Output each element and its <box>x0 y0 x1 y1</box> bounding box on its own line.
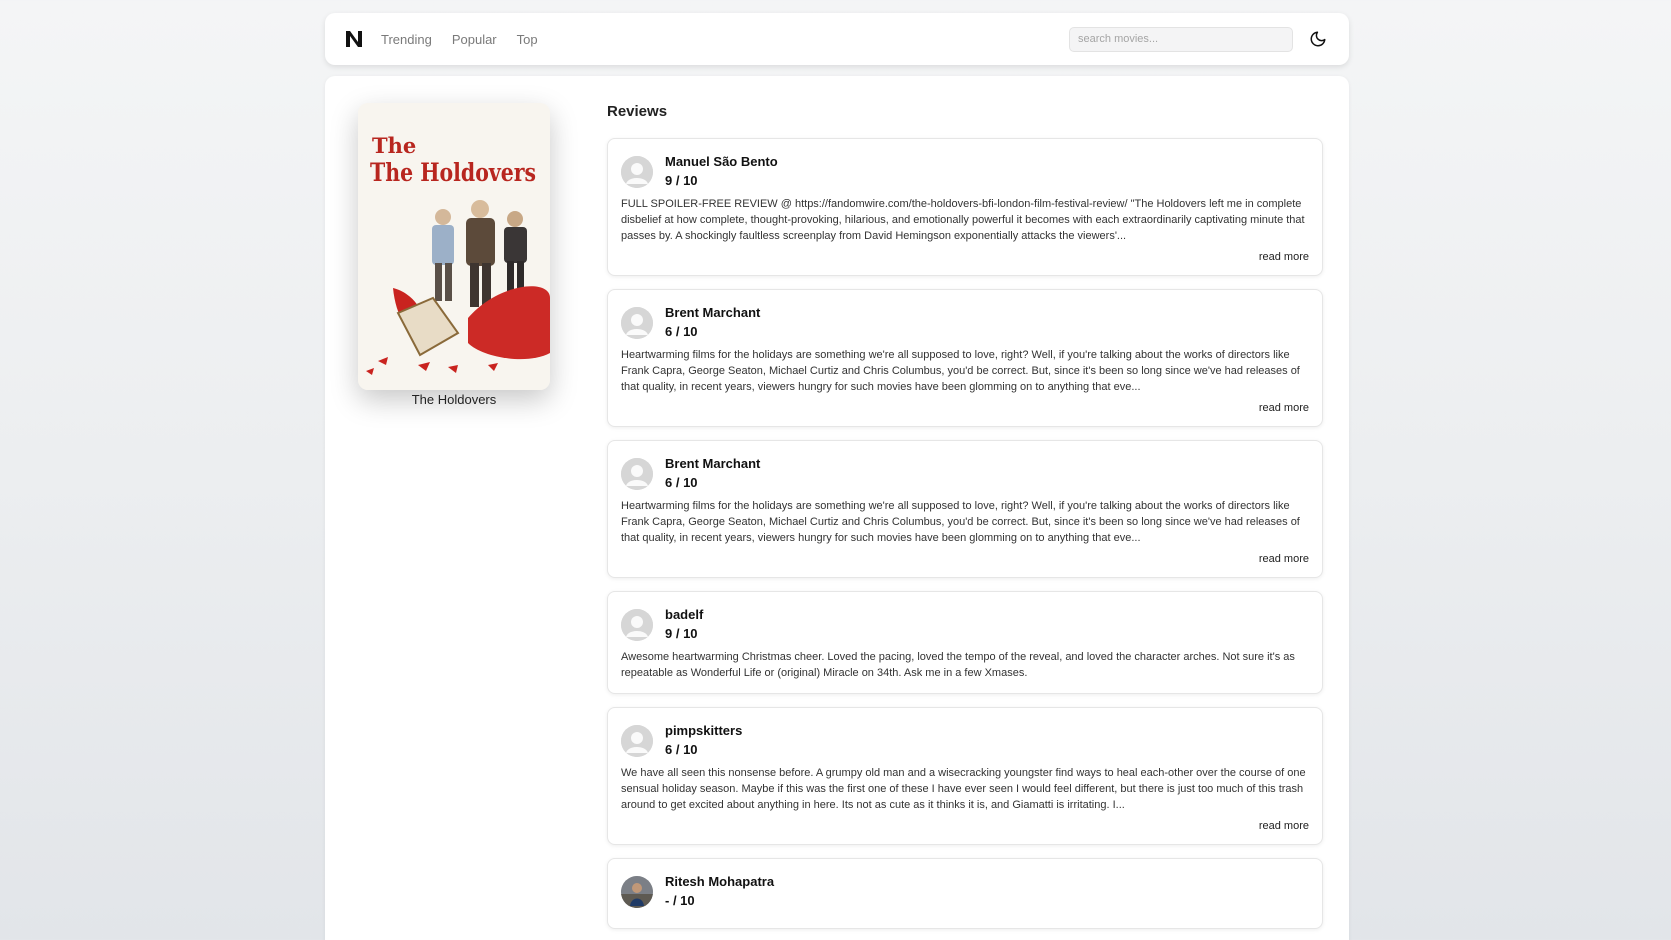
default-avatar-icon <box>621 724 653 757</box>
review-card: pimpskitters 6 / 10 We have all seen thi… <box>607 707 1323 845</box>
read-more-link[interactable]: read more <box>621 402 1309 414</box>
movie-title-caption: The Holdovers <box>411 392 497 407</box>
theme-toggle-button[interactable] <box>1307 28 1329 50</box>
movie-detail-card: The The Holdovers The Holdovers Reviews … <box>325 76 1349 940</box>
svg-text:The: The <box>372 133 416 158</box>
default-avatar-icon <box>621 306 653 339</box>
review-header: Ritesh Mohapatra - / 10 <box>621 873 1309 910</box>
author-block: Ritesh Mohapatra - / 10 <box>665 873 774 910</box>
review-author: badelf <box>665 607 704 622</box>
moon-icon <box>1310 31 1326 47</box>
review-card: Brent Marchant 6 / 10 Heartwarming films… <box>607 440 1323 578</box>
author-block: pimpskitters 6 / 10 <box>665 722 742 759</box>
review-text: Heartwarming films for the holidays are … <box>621 349 1300 393</box>
default-avatar-icon <box>621 155 653 188</box>
review-header: Brent Marchant 6 / 10 <box>621 304 1309 341</box>
review-text: Awesome heartwarming Christmas cheer. Lo… <box>621 651 1295 679</box>
review-header: Manuel São Bento 9 / 10 <box>621 153 1309 190</box>
review-rating: 6 / 10 <box>665 324 698 339</box>
review-rating: - / 10 <box>665 893 695 908</box>
review-author: Brent Marchant <box>665 456 761 471</box>
review-card: Brent Marchant 6 / 10 Heartwarming films… <box>607 289 1323 427</box>
review-card: Manuel São Bento 9 / 10 FULL SPOILER-FRE… <box>607 138 1323 276</box>
default-avatar-icon <box>621 608 653 641</box>
reviews-heading: Reviews <box>607 103 668 120</box>
review-author: Ritesh Mohapatra <box>665 874 775 889</box>
review-author: pimpskitters <box>665 723 743 738</box>
review-author: Brent Marchant <box>665 305 761 320</box>
review-card: badelf 9 / 10 Awesome heartwarming Chris… <box>607 591 1323 694</box>
review-card: Ritesh Mohapatra - / 10 <box>607 858 1323 929</box>
review-rating: 9 / 10 <box>665 626 698 641</box>
movie-poster[interactable]: The The Holdovers <box>358 103 550 390</box>
review-header: badelf 9 / 10 <box>621 606 1309 643</box>
author-block: Brent Marchant 6 / 10 <box>665 304 760 341</box>
top-navbar: Trending Popular Top <box>325 13 1349 65</box>
review-text: Heartwarming films for the holidays are … <box>621 500 1300 544</box>
reviews-list: Manuel São Bento 9 / 10 FULL SPOILER-FRE… <box>607 138 1323 940</box>
read-more-link[interactable]: read more <box>621 251 1309 263</box>
nav-link-top[interactable]: Top <box>517 32 538 47</box>
poster-artwork-icon: The The Holdovers <box>358 103 550 390</box>
review-text: FULL SPOILER-FREE REVIEW @ https://fando… <box>621 198 1305 242</box>
default-avatar-icon <box>621 457 653 490</box>
review-header: pimpskitters 6 / 10 <box>621 722 1309 759</box>
read-more-link[interactable]: read more <box>621 820 1309 832</box>
review-rating: 6 / 10 <box>665 742 698 757</box>
review-author: Manuel São Bento <box>665 154 778 169</box>
review-text: We have all seen this nonsense before. A… <box>621 767 1306 811</box>
review-rating: 9 / 10 <box>665 173 698 188</box>
review-rating: 6 / 10 <box>665 475 698 490</box>
read-more-link[interactable]: read more <box>621 553 1309 565</box>
review-header: Brent Marchant 6 / 10 <box>621 455 1309 492</box>
poster-title: The Holdovers <box>370 158 536 187</box>
brand-logo-icon[interactable] <box>345 30 363 48</box>
search-input[interactable] <box>1069 26 1293 52</box>
author-block: Manuel São Bento 9 / 10 <box>665 153 778 190</box>
author-block: Brent Marchant 6 / 10 <box>665 455 760 492</box>
photo-avatar-icon <box>621 875 653 908</box>
nav-link-trending[interactable]: Trending <box>381 32 432 47</box>
nav-link-popular[interactable]: Popular <box>452 32 497 47</box>
author-block: badelf 9 / 10 <box>665 606 703 643</box>
